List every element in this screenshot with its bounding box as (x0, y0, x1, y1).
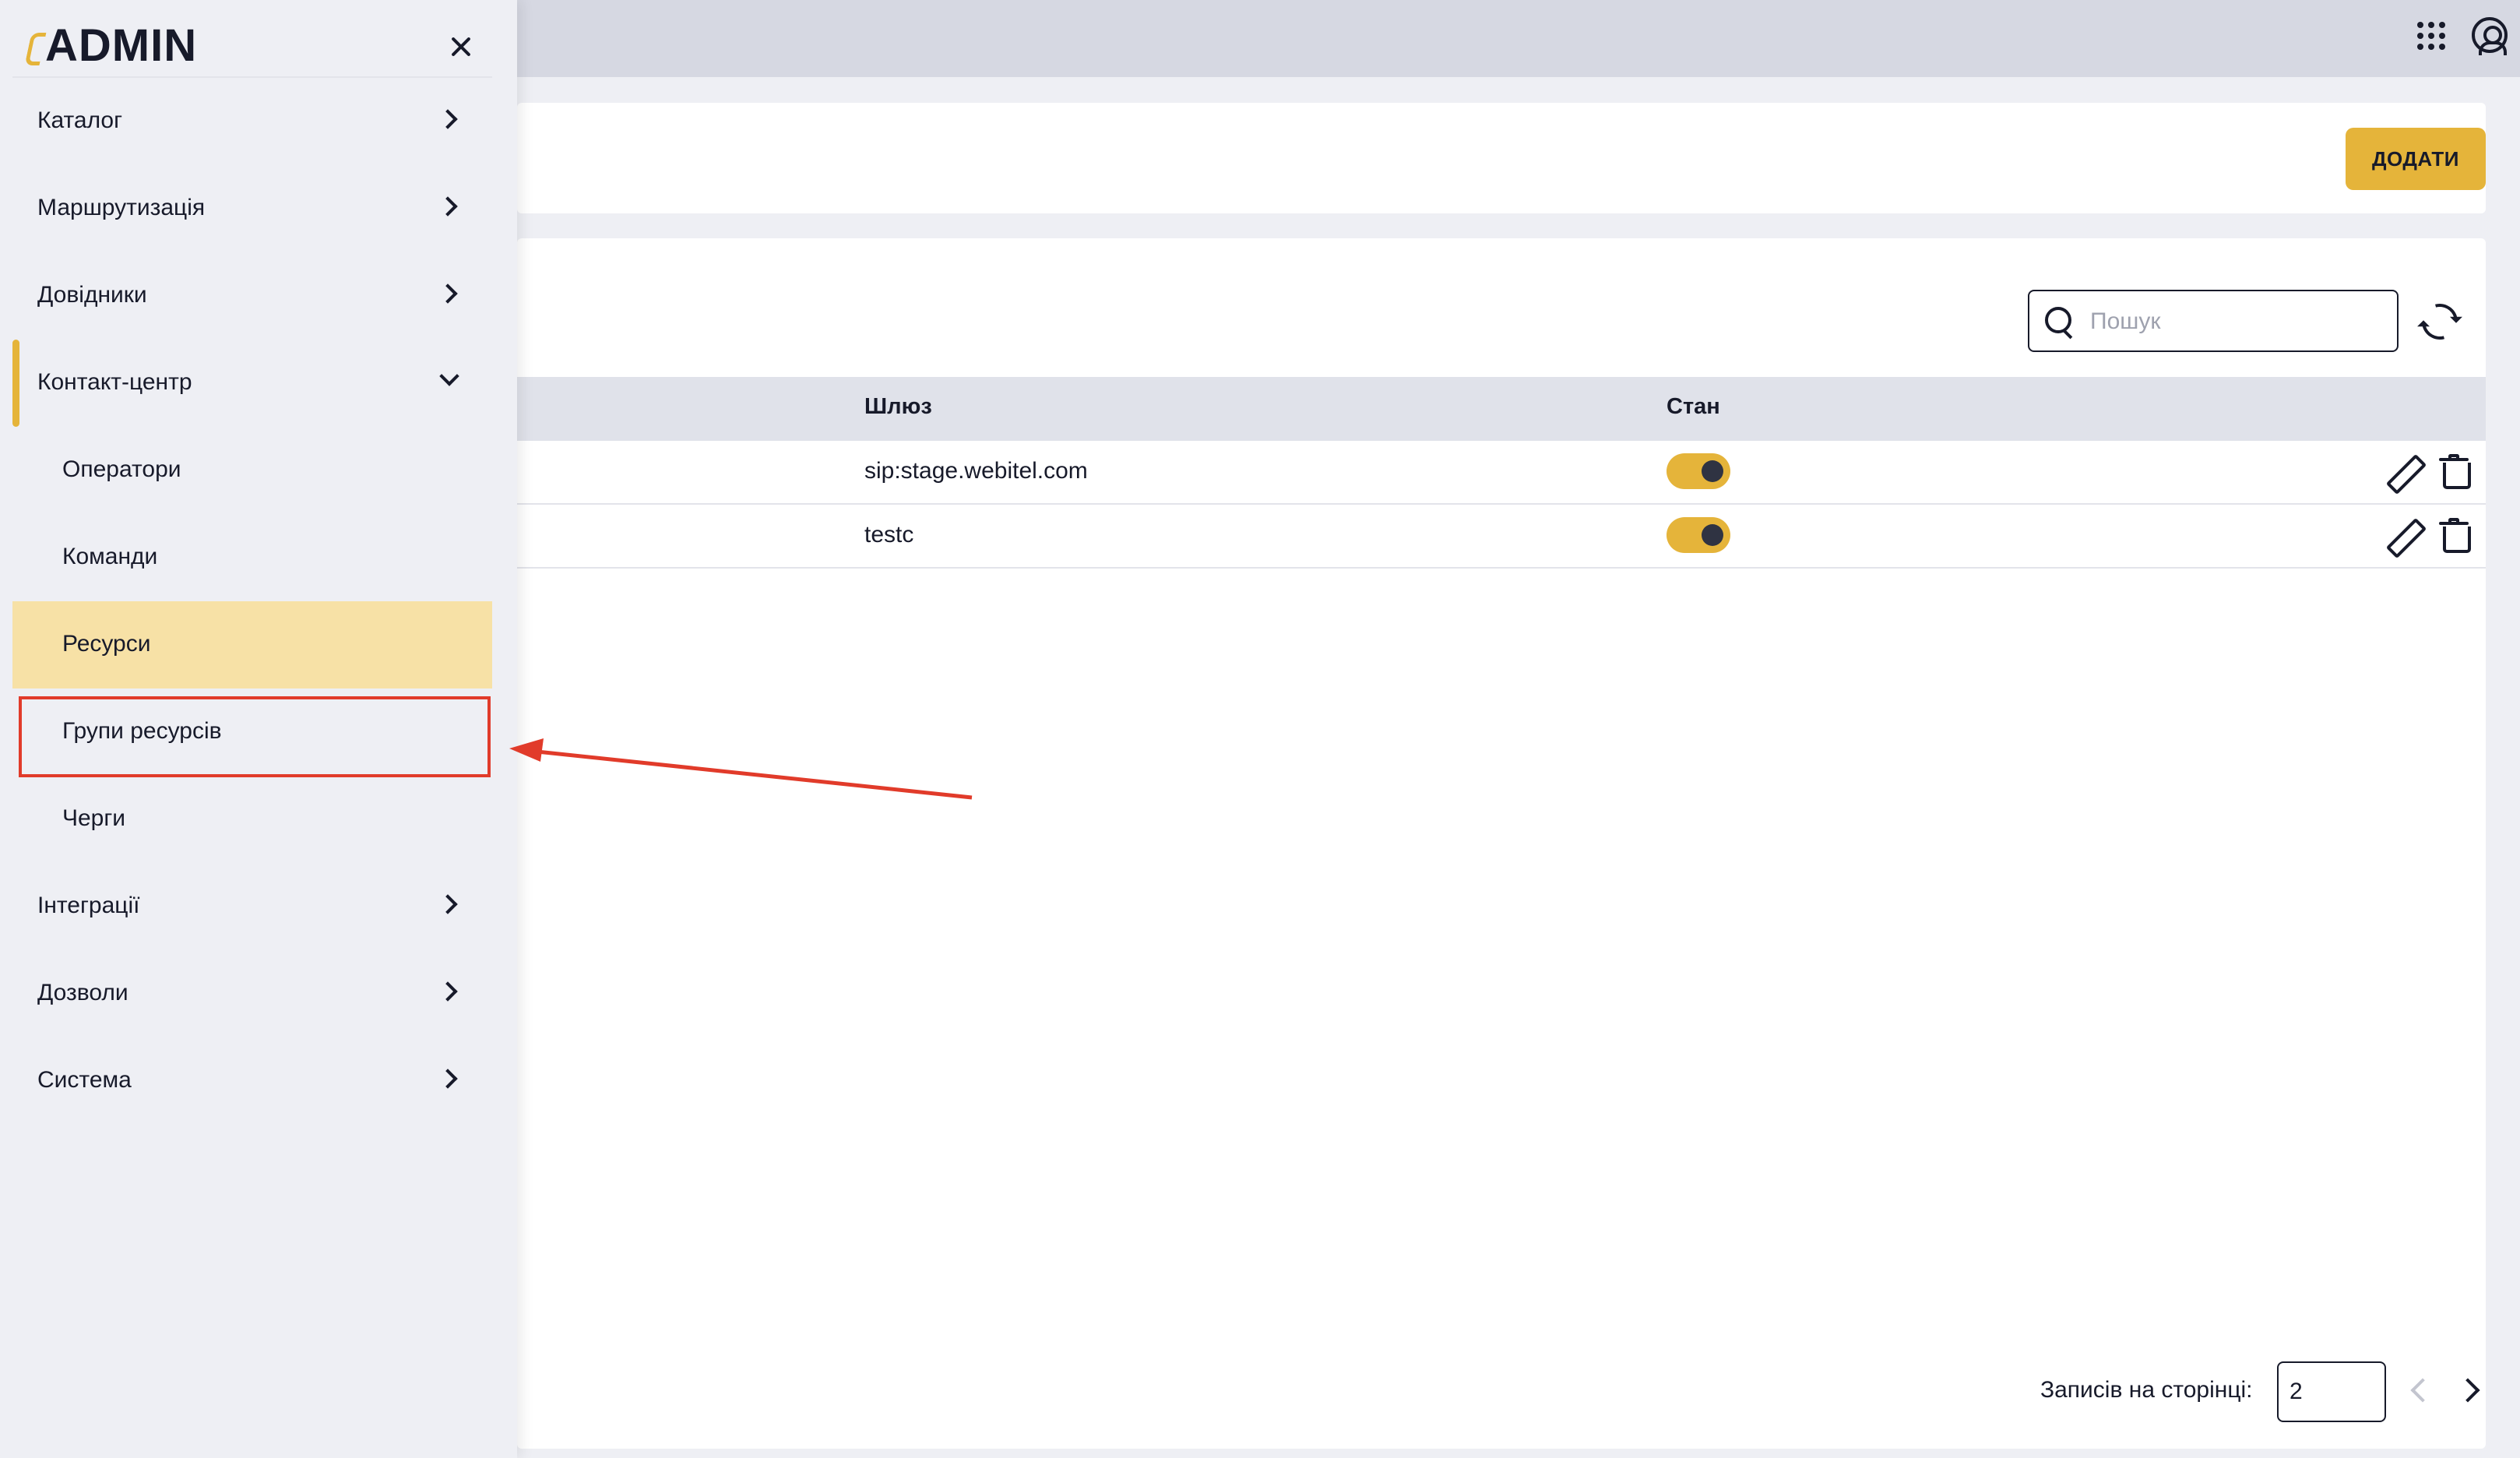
apps-grid-icon[interactable] (2417, 22, 2445, 50)
table-row (517, 505, 2486, 569)
chevron-right-icon (438, 196, 458, 217)
sidebar-item-contact-center[interactable]: Контакт-центр (12, 340, 492, 427)
column-header-gateway[interactable]: Шлюз (864, 394, 932, 420)
sidebar-item-label: Довідники (37, 282, 147, 308)
chevron-right-icon (438, 109, 458, 129)
state-toggle[interactable] (1667, 453, 1730, 489)
sidebar-item-routing[interactable]: Маршрутизація (12, 165, 492, 252)
sidebar-item-label: Дозволи (37, 980, 128, 1005)
state-toggle[interactable] (1667, 517, 1730, 553)
edit-icon[interactable] (2388, 455, 2419, 486)
sidebar-item-label: Каталог (37, 107, 123, 133)
sidebar-item-catalog[interactable]: Каталог (12, 78, 492, 165)
add-button[interactable]: ДОДАТИ (2346, 128, 2486, 190)
search-input[interactable] (2090, 302, 2386, 341)
sidebar-item-integrations[interactable]: Інтеграції (12, 863, 492, 950)
sidebar-subitem-resources[interactable]: Ресурси (12, 601, 492, 688)
sidebar-item-label: Система (37, 1067, 132, 1093)
sidebar-item-label: Інтеграції (37, 893, 140, 918)
logo-text: ADMIN (45, 19, 198, 71)
sidebar-subitem-label: Оператори (62, 456, 181, 482)
page-header-card (517, 103, 2486, 213)
search-icon (2045, 307, 2071, 333)
search-field[interactable] (2028, 290, 2399, 352)
sidebar-subitem-queues[interactable]: Черги (12, 776, 492, 863)
sidebar-item-label: Контакт-центр (37, 369, 192, 395)
sidebar-subitem-teams[interactable]: Команди (12, 514, 492, 601)
annotation-arrow (509, 738, 973, 800)
table-row (517, 441, 2486, 505)
sidebar-item-permissions[interactable]: Дозволи (12, 950, 492, 1037)
chevron-down-icon (439, 366, 459, 386)
edit-icon[interactable] (2388, 519, 2419, 550)
sidebar-subitem-label: Ресурси (62, 631, 151, 657)
close-icon[interactable] (450, 36, 472, 58)
chevron-right-icon (438, 1069, 458, 1089)
sidebar-item-label: Маршрутизація (37, 195, 206, 220)
sidebar-item-system[interactable]: Система (12, 1037, 492, 1125)
user-account-icon[interactable] (2472, 17, 2508, 55)
gateway-cell: testc (864, 522, 914, 548)
active-section-indicator (12, 340, 19, 427)
gateway-cell: sip:stage.webitel.com (864, 458, 1088, 484)
delete-icon[interactable] (2439, 518, 2471, 553)
per-page-input[interactable] (2277, 1361, 2386, 1422)
delete-icon[interactable] (2439, 454, 2471, 489)
logo-mark-icon (26, 30, 44, 61)
logo: ADMIN (26, 19, 198, 71)
chevron-right-icon (438, 981, 458, 1002)
column-header-state[interactable]: Стан (1667, 394, 1720, 420)
per-page-label: Записів на сторінці: (2040, 1377, 2253, 1403)
annotation-highlight-box (19, 696, 491, 777)
sidebar-subitem-label: Черги (62, 805, 126, 831)
sidebar-item-directories[interactable]: Довідники (12, 252, 492, 340)
chevron-right-icon (438, 284, 458, 304)
sidebar-subitem-operators[interactable]: Оператори (12, 427, 492, 514)
table-header (517, 377, 2486, 441)
chevron-right-icon (438, 894, 458, 914)
sidebar-subitem-label: Команди (62, 544, 158, 569)
